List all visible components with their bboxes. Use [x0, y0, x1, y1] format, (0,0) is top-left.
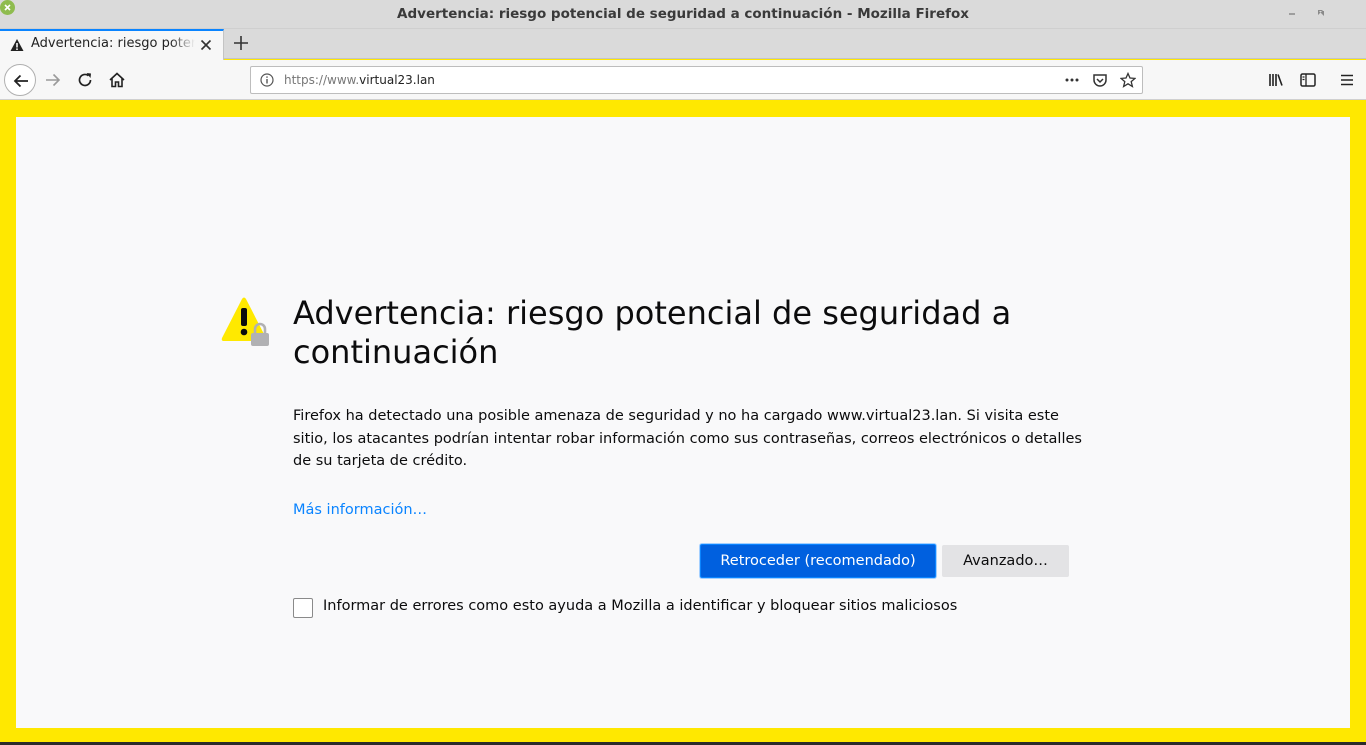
tab-security-warning[interactable]: Advertencia: riesgo potencial de segurid… [0, 29, 224, 60]
window-titlebar: Advertencia: riesgo potencial de segurid… [0, 0, 1366, 29]
minimize-icon[interactable] [1285, 6, 1299, 20]
report-errors-checkbox[interactable] [293, 598, 313, 618]
more-info-link[interactable]: Más información… [293, 502, 427, 518]
new-tab-icon[interactable] [232, 34, 250, 52]
url-text[interactable]: https://www.virtual23.lan [284, 73, 435, 87]
back-icon [13, 74, 28, 88]
page-title: Advertencia: riesgo potencial de segurid… [293, 294, 1012, 371]
forward-icon[interactable] [44, 71, 62, 89]
go-back-button[interactable]: Retroceder (recomendado) [700, 544, 936, 578]
close-tab-icon[interactable] [199, 38, 213, 52]
sidebar-icon[interactable] [1299, 71, 1317, 89]
security-warning-icon [221, 297, 269, 346]
warning-icon [10, 39, 24, 51]
url-prefix: https://www. [284, 73, 360, 87]
tab-label: Advertencia: riesgo potencial de segurid… [31, 36, 195, 51]
reload-icon[interactable] [76, 71, 94, 89]
url-bar[interactable]: https://www.virtual23.lan [250, 66, 1143, 94]
back-button[interactable] [4, 64, 36, 96]
error-description: Firefox ha detectado una posible amenaza… [293, 408, 1082, 469]
pocket-icon[interactable] [1092, 72, 1108, 88]
tab-strip: Advertencia: riesgo potencial de segurid… [0, 29, 1366, 60]
page-actions-icon[interactable] [1064, 72, 1080, 88]
report-errors-label[interactable]: Informar de errores como esto ayuda a Mo… [323, 598, 957, 614]
window-title: Advertencia: riesgo potencial de segurid… [397, 6, 969, 22]
advanced-button[interactable]: Avanzado… [942, 545, 1069, 577]
error-page: Advertencia: riesgo potencial de segurid… [16, 117, 1350, 728]
library-icon[interactable] [1267, 71, 1285, 89]
bookmark-star-icon[interactable] [1120, 72, 1136, 88]
menu-icon[interactable] [1338, 71, 1356, 89]
url-host: virtual23.lan [359, 73, 435, 87]
navigation-toolbar: https://www.virtual23.lan [0, 60, 1366, 100]
home-icon[interactable] [108, 71, 126, 89]
maximize-icon[interactable] [1314, 6, 1328, 20]
info-icon[interactable] [260, 73, 274, 87]
